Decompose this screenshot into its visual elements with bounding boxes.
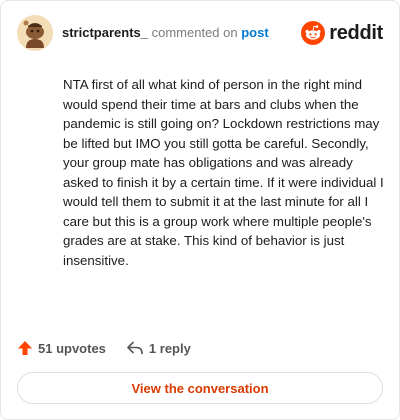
commented-on-label: commented on [151,25,238,40]
reply-arrow-icon [127,341,143,355]
comment-card: strictparents_ commented on post reddit … [0,0,400,420]
post-link[interactable]: post [241,25,268,40]
replies-count: 1 reply [148,340,191,356]
upvotes-count: 51 upvotes [38,340,106,356]
upvote-arrow-icon [18,341,32,355]
reddit-alien-icon [301,21,326,45]
comment-body: NTA first of all what kind of person in … [63,77,384,268]
comment-footer: 51 upvotes 1 reply [17,339,191,357]
view-conversation-button[interactable]: View the conversation [17,372,383,404]
snoo-avatar-icon[interactable] [17,15,53,51]
comment-meta: strictparents_ commented on post [62,25,269,41]
username-link[interactable]: strictparents_ [62,25,148,40]
reddit-wordmark: reddit [329,21,383,44]
reddit-logo[interactable]: reddit [301,21,383,45]
replies-stat[interactable]: 1 reply [126,340,191,356]
comment-header: strictparents_ commented on post reddit [17,15,383,51]
upvotes-stat[interactable]: 51 upvotes [17,340,106,356]
